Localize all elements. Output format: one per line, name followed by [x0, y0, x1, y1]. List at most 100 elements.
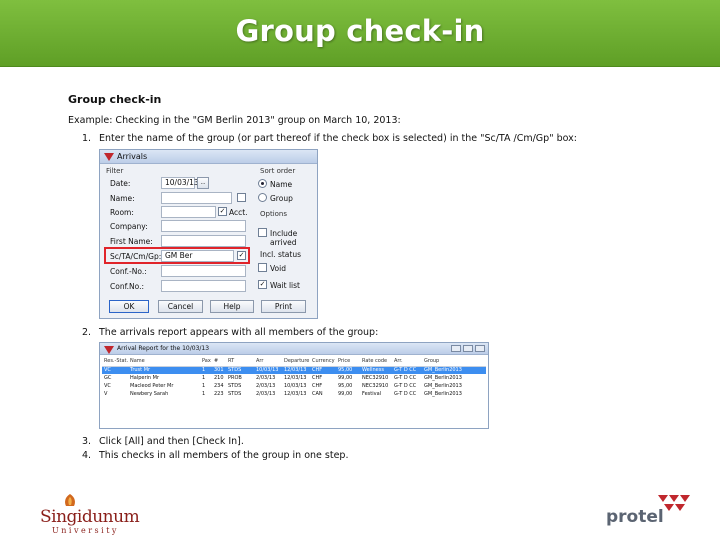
slide: Group check-in Group check-in Example: C…	[0, 0, 720, 540]
maximize-icon[interactable]	[463, 345, 473, 352]
table-cell: 99,00	[338, 391, 353, 397]
table-cell: NEC32910	[362, 383, 389, 389]
table-cell: G-T D CC	[394, 375, 417, 381]
minimize-icon[interactable]	[451, 345, 461, 352]
close-icon[interactable]	[475, 345, 485, 352]
wait-list-checkbox[interactable]: ✓	[258, 280, 267, 289]
include-arrived-checkbox[interactable]	[258, 228, 267, 237]
table-cell: Wellness	[360, 366, 392, 374]
step-3: 3. Click [All] and then [Check In].	[82, 436, 244, 447]
highlight-box	[104, 247, 250, 264]
report-title: Arrival Report for the 10/03/13	[117, 345, 210, 352]
step-2: 2. The arrivals report appears with all m…	[82, 327, 378, 338]
table-cell: 1	[202, 375, 206, 381]
table-cell: G-T D CC	[394, 391, 417, 397]
table-cell: Festival	[362, 391, 382, 397]
company-field[interactable]	[161, 220, 246, 232]
column-header[interactable]: #	[212, 357, 226, 367]
crest-icon	[65, 494, 75, 506]
window-controls	[449, 345, 485, 354]
column-header[interactable]: Pax	[200, 357, 212, 367]
table-cell: 2/03/13	[256, 375, 276, 381]
protel-logo: protel	[606, 493, 690, 533]
dialog-titlebar: Arrivals	[100, 150, 317, 164]
date-picker-button[interactable]: ..	[197, 177, 209, 189]
table-cell: CHF	[312, 383, 323, 389]
print-button[interactable]: Print	[261, 300, 306, 313]
table-cell: CHF	[312, 375, 323, 381]
doc-title: Group check-in	[68, 93, 162, 106]
conf-no-field[interactable]	[161, 265, 246, 277]
table-cell: V	[104, 391, 108, 397]
step-number: 3.	[82, 436, 92, 447]
table-cell: 12/03/13	[282, 366, 310, 374]
table-row[interactable]: VC Trust Mr 1 301 STDS 10/03/13 12/03/13 CHF 95,…	[102, 366, 486, 374]
protel-wordmark: protel	[606, 507, 664, 527]
room-field[interactable]	[161, 206, 216, 218]
column-header[interactable]: Arr.	[392, 357, 422, 367]
conf-no-label: Conf.-No.:	[110, 267, 147, 276]
arrivals-dialog: Arrivals Filter Sort order Date: 10/03/1…	[99, 149, 318, 319]
table-cell: GM_Berlin2013	[424, 375, 462, 381]
column-header[interactable]: RT	[226, 357, 254, 367]
table-cell: G-T D CC	[394, 383, 417, 389]
sort-name-radio[interactable]	[258, 179, 267, 188]
column-header[interactable]: Arr	[254, 357, 282, 367]
table-cell: 223	[214, 391, 224, 397]
column-header[interactable]: Group	[422, 357, 486, 367]
table-cell: VC	[104, 383, 111, 389]
table-row[interactable]: VC Macleod Peter Mr 1 234 STDS 2/03/13 10/03/1…	[102, 382, 486, 390]
incl-status-label: Incl. status	[260, 250, 301, 259]
column-header[interactable]: Price	[336, 357, 360, 367]
table-cell: STDS	[228, 383, 242, 389]
step-1: 1. Enter the name of the group (or part t…	[82, 133, 577, 144]
column-header[interactable]: Res.-Stat.	[102, 357, 128, 367]
protel-triangles-icon	[658, 495, 690, 511]
ok-button[interactable]: OK	[109, 300, 149, 313]
table-cell: GM_Berlin2013	[424, 383, 462, 389]
first-name-field[interactable]	[161, 235, 246, 247]
acct-label: Acct.	[229, 208, 248, 217]
title-bar: Group check-in	[0, 0, 720, 67]
date-field[interactable]: 10/03/13	[161, 177, 199, 189]
sort-order-label: Sort order	[260, 167, 296, 175]
help-button[interactable]: Help	[210, 300, 254, 313]
table-row[interactable]: GC Halperin Mr 1 210 PROB 2/03/13 12/03/13 CHF 9…	[102, 374, 486, 382]
column-header[interactable]: Departure	[282, 357, 310, 367]
name-field[interactable]	[161, 192, 232, 204]
table-cell: VC	[102, 366, 128, 374]
table-cell: Newbery Sarah	[130, 391, 169, 397]
step-text: Enter the name of the group (or part the…	[99, 133, 577, 144]
table-cell: PROB	[228, 375, 242, 381]
acct-checkbox[interactable]: ✓	[218, 207, 227, 216]
cancel-button[interactable]: Cancel	[158, 300, 203, 313]
step-number: 2.	[82, 327, 92, 338]
column-header[interactable]: Rate code	[360, 357, 392, 367]
first-name-label: First Name:	[110, 237, 153, 246]
column-header[interactable]: Currency	[310, 357, 336, 367]
table-cell: 12/03/13	[284, 375, 307, 381]
sort-group-radio[interactable]	[258, 193, 267, 202]
sort-name-label: Name	[270, 180, 293, 189]
void-checkbox[interactable]	[258, 263, 267, 272]
table-cell: NEC32910	[362, 375, 389, 381]
step-text: The arrivals report appears with all mem…	[99, 327, 379, 338]
conf-no-2-field[interactable]	[161, 280, 246, 292]
step-4: 4. This checks in all members of the grou…	[82, 450, 348, 461]
options-label: Options	[260, 210, 288, 218]
table-cell: CAN	[312, 391, 323, 397]
table-cell: 234	[214, 383, 224, 389]
void-label: Void	[270, 264, 286, 273]
table-cell: 2/03/13	[256, 391, 276, 397]
column-header[interactable]: Name	[128, 357, 200, 367]
name-partial-checkbox[interactable]	[237, 193, 246, 202]
arrivals-table: Res.-Stat. Name Pax # RT Arr Departure C…	[102, 357, 486, 398]
table-cell: Halperin Mr	[130, 375, 160, 381]
protel-logo-icon	[104, 153, 114, 161]
dialog-title: Arrivals	[117, 152, 148, 161]
conf-no-2-label: Conf.No.:	[110, 282, 145, 291]
slide-title: Group check-in	[235, 14, 485, 48]
table-cell: 1	[202, 383, 206, 389]
table-row[interactable]: V Newbery Sarah 1 223 STDS 2/03/13 12/03/13 CAN…	[102, 390, 486, 398]
company-label: Company:	[110, 222, 148, 231]
